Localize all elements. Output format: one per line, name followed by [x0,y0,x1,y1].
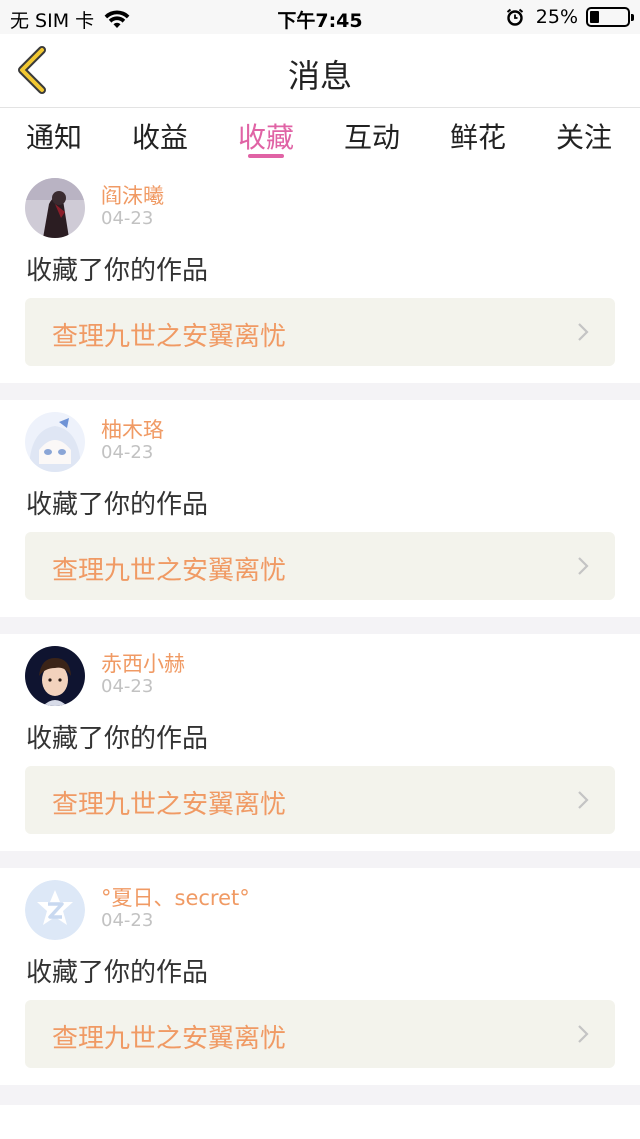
qq-default-icon [25,880,85,940]
status-bar: 无 SIM 卡 下午7:45 25% [0,0,640,34]
chevron-right-icon [578,323,589,341]
date: 04-23 [101,910,154,931]
tab-bar: 通知 收益 收藏 互动 鲜花 关注 [0,108,640,166]
divider [0,383,640,400]
active-tab-indicator [248,154,284,158]
work-title: 查理九世之安翼离忧 [52,790,287,820]
tab-notifications[interactable]: 通知 [9,116,99,156]
tab-interaction[interactable]: 互动 [327,116,417,156]
work-link[interactable]: 查理九世之安翼离忧 [25,532,615,600]
divider [0,617,640,634]
work-link[interactable]: 查理九世之安翼离忧 [25,1000,615,1068]
action-text: 收藏了你的作品 [26,958,209,988]
work-link[interactable]: 查理九世之安翼离忧 [25,766,615,834]
tab-favorites[interactable]: 收藏 [221,116,311,156]
page-title: 消息 [287,57,352,95]
list-item: 赤西小赫 04-23 收藏了你的作品 查理九世之安翼离忧 [0,634,640,851]
date: 04-23 [101,676,154,697]
username[interactable]: 柚木珞 [101,414,164,444]
username[interactable]: °夏日、secret° [101,882,250,912]
nav-bar: 消息 [0,34,640,108]
tab-following[interactable]: 关注 [539,116,629,156]
avatar[interactable] [25,412,85,472]
battery-fill [590,11,599,23]
battery-nub [631,14,634,21]
list-item: 柚木珞 04-23 收藏了你的作品 查理九世之安翼离忧 [0,400,640,617]
action-text: 收藏了你的作品 [26,490,209,520]
list-item: 阎沫曦 04-23 收藏了你的作品 查理九世之安翼离忧 [0,166,640,383]
avatar[interactable] [25,880,85,940]
chevron-right-icon [578,557,589,575]
chevron-right-icon [578,1025,589,1043]
date: 04-23 [101,442,154,463]
username[interactable]: 阎沫曦 [101,180,164,210]
tab-flowers[interactable]: 鲜花 [433,116,523,156]
tab-earnings[interactable]: 收益 [115,116,205,156]
action-text: 收藏了你的作品 [26,724,209,754]
divider [0,851,640,868]
list-item: °夏日、secret° 04-23 收藏了你的作品 查理九世之安翼离忧 [0,868,640,1085]
username[interactable]: 赤西小赫 [101,648,185,678]
work-title: 查理九世之安翼离忧 [52,1024,287,1054]
avatar[interactable] [25,646,85,706]
divider [0,1085,640,1105]
favorites-list: 阎沫曦 04-23 收藏了你的作品 查理九世之安翼离忧 柚木珞 04-23 收藏… [0,166,640,1105]
battery-percent: 25% [535,6,578,28]
work-link[interactable]: 查理九世之安翼离忧 [25,298,615,366]
work-title: 查理九世之安翼离忧 [52,322,287,352]
chevron-right-icon [578,791,589,809]
work-title: 查理九世之安翼离忧 [52,556,287,586]
date: 04-23 [101,208,154,229]
battery-icon [586,7,634,27]
action-text: 收藏了你的作品 [26,256,209,286]
alarm-icon [506,8,523,26]
status-right: 25% [506,6,634,28]
avatar[interactable] [25,178,85,238]
